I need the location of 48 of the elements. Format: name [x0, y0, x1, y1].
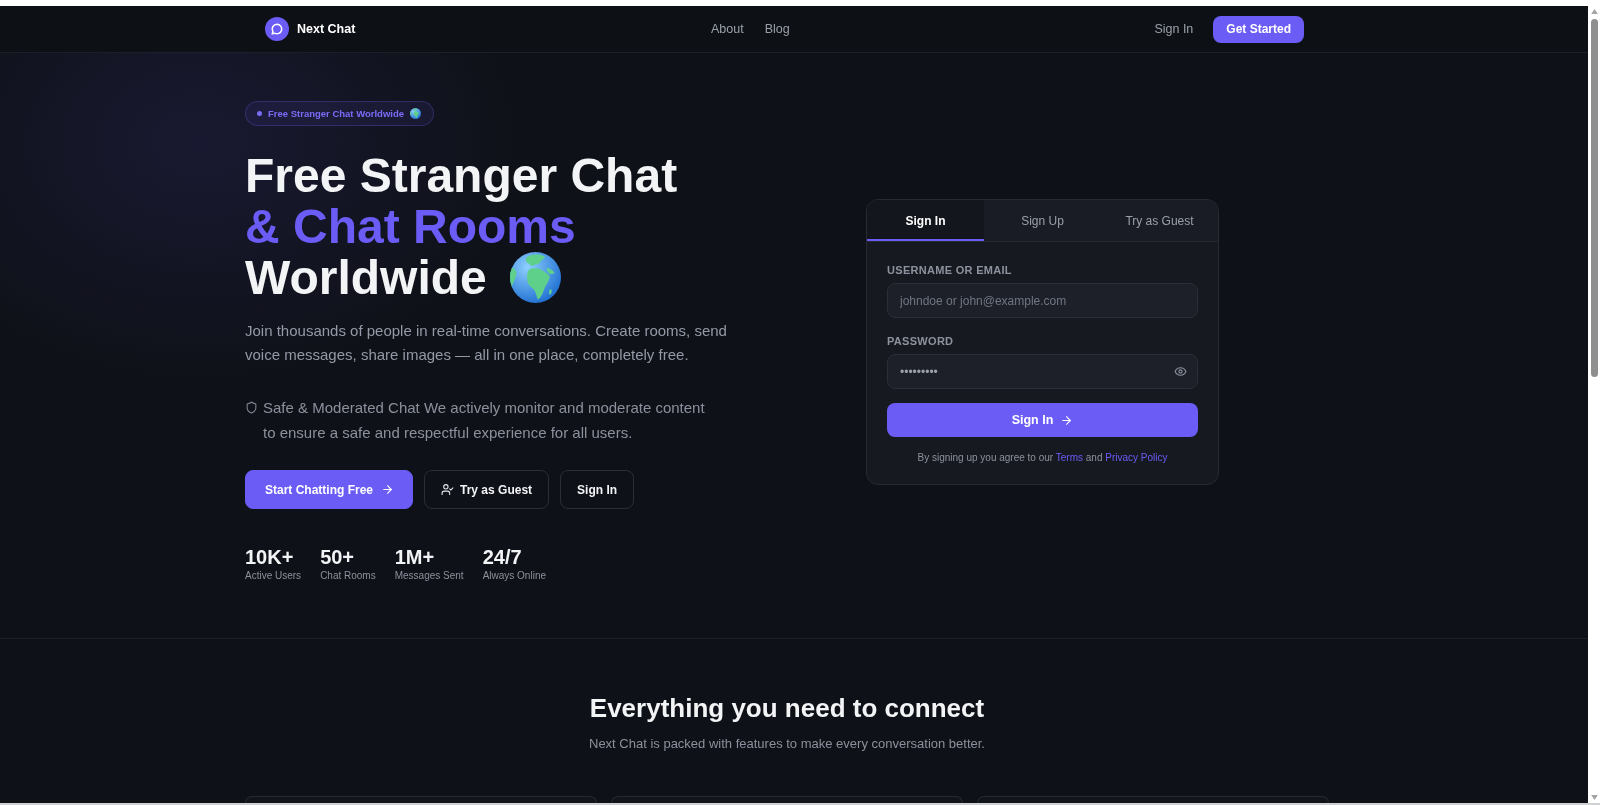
- terms-notice: By signing up you agree to our Terms and Privacy Policy: [916, 451, 1169, 465]
- nav-link[interactable]: Blog: [764, 22, 790, 36]
- heading-line: & Chat Rooms: [245, 201, 576, 252]
- section-heading: Everything you need to connect: [589, 692, 985, 724]
- field-label: USERNAME OR EMAIL: [887, 263, 1013, 277]
- stat-value: 10K+: [245, 545, 294, 569]
- scrollbar-thumb[interactable]: [1590, 19, 1598, 377]
- nav-link[interactable]: About: [711, 22, 744, 36]
- username-field[interactable]: johndoe or john@example.com: [887, 283, 1198, 318]
- auth-tab[interactable]: Try as Guest: [1101, 200, 1218, 241]
- scroll-down-arrow-icon[interactable]: [1590, 795, 1598, 800]
- user-check-icon: [441, 483, 454, 496]
- stat-value: 50+: [320, 545, 355, 569]
- stat-label: Always Online: [482, 569, 546, 583]
- hero-description: Join thousands of people in real-time conversations. Create rooms, send voice messages, share images — all in one place, completely free.: [245, 321, 728, 365]
- dot-icon: [257, 111, 262, 116]
- stat-value: 24/7: [482, 545, 522, 569]
- globe-icon: [410, 108, 421, 119]
- sign-in-submit-button[interactable]: Sign In: [887, 403, 1198, 437]
- heading-line: Free Stranger Chat: [245, 150, 678, 201]
- chat-bubble-logo-icon[interactable]: [265, 17, 289, 41]
- arrow-right-icon: [381, 483, 394, 496]
- field-label: PASSWORD: [887, 334, 955, 348]
- try-as-guest-button[interactable]: Try as Guest: [424, 470, 550, 509]
- legal-link[interactable]: Privacy Policy: [1105, 452, 1168, 463]
- start-chatting-button[interactable]: Start Chatting Free: [245, 470, 413, 509]
- get-started-button[interactable]: Get Started: [1213, 15, 1304, 43]
- sign-in-button[interactable]: Sign In: [560, 470, 635, 509]
- stat-label: Messages Sent: [394, 569, 464, 583]
- scrollbar[interactable]: [1588, 6, 1600, 803]
- eye-icon[interactable]: [1174, 365, 1187, 378]
- legal-link[interactable]: Terms: [1055, 452, 1083, 463]
- scroll-up-arrow-icon[interactable]: [1590, 9, 1598, 14]
- shield-icon: [245, 401, 258, 414]
- stat-label: Chat Rooms: [320, 569, 376, 583]
- globe-icon: [509, 252, 561, 303]
- auth-tab[interactable]: Sign Up: [984, 200, 1101, 241]
- stat-value: 1M+: [394, 545, 435, 569]
- arrow-right-icon: [1060, 413, 1074, 427]
- heading-line: Worldwide: [245, 252, 487, 303]
- auth-tab[interactable]: Sign In: [867, 200, 984, 241]
- sign-in-link[interactable]: Sign In: [1154, 22, 1194, 36]
- brand-name[interactable]: Next Chat: [297, 22, 356, 36]
- section-subtitle: Next Chat is packed with features to make every conversation better.: [589, 735, 985, 753]
- badge-text: Free Stranger Chat Worldwide: [268, 108, 404, 119]
- safety-note: Safe & Moderated Chat We actively monitor and moderate content to ensure a safe and respectful experience for all users.: [263, 398, 706, 443]
- password-field[interactable]: •••••••••: [887, 354, 1198, 389]
- stat-label: Active Users: [245, 569, 302, 583]
